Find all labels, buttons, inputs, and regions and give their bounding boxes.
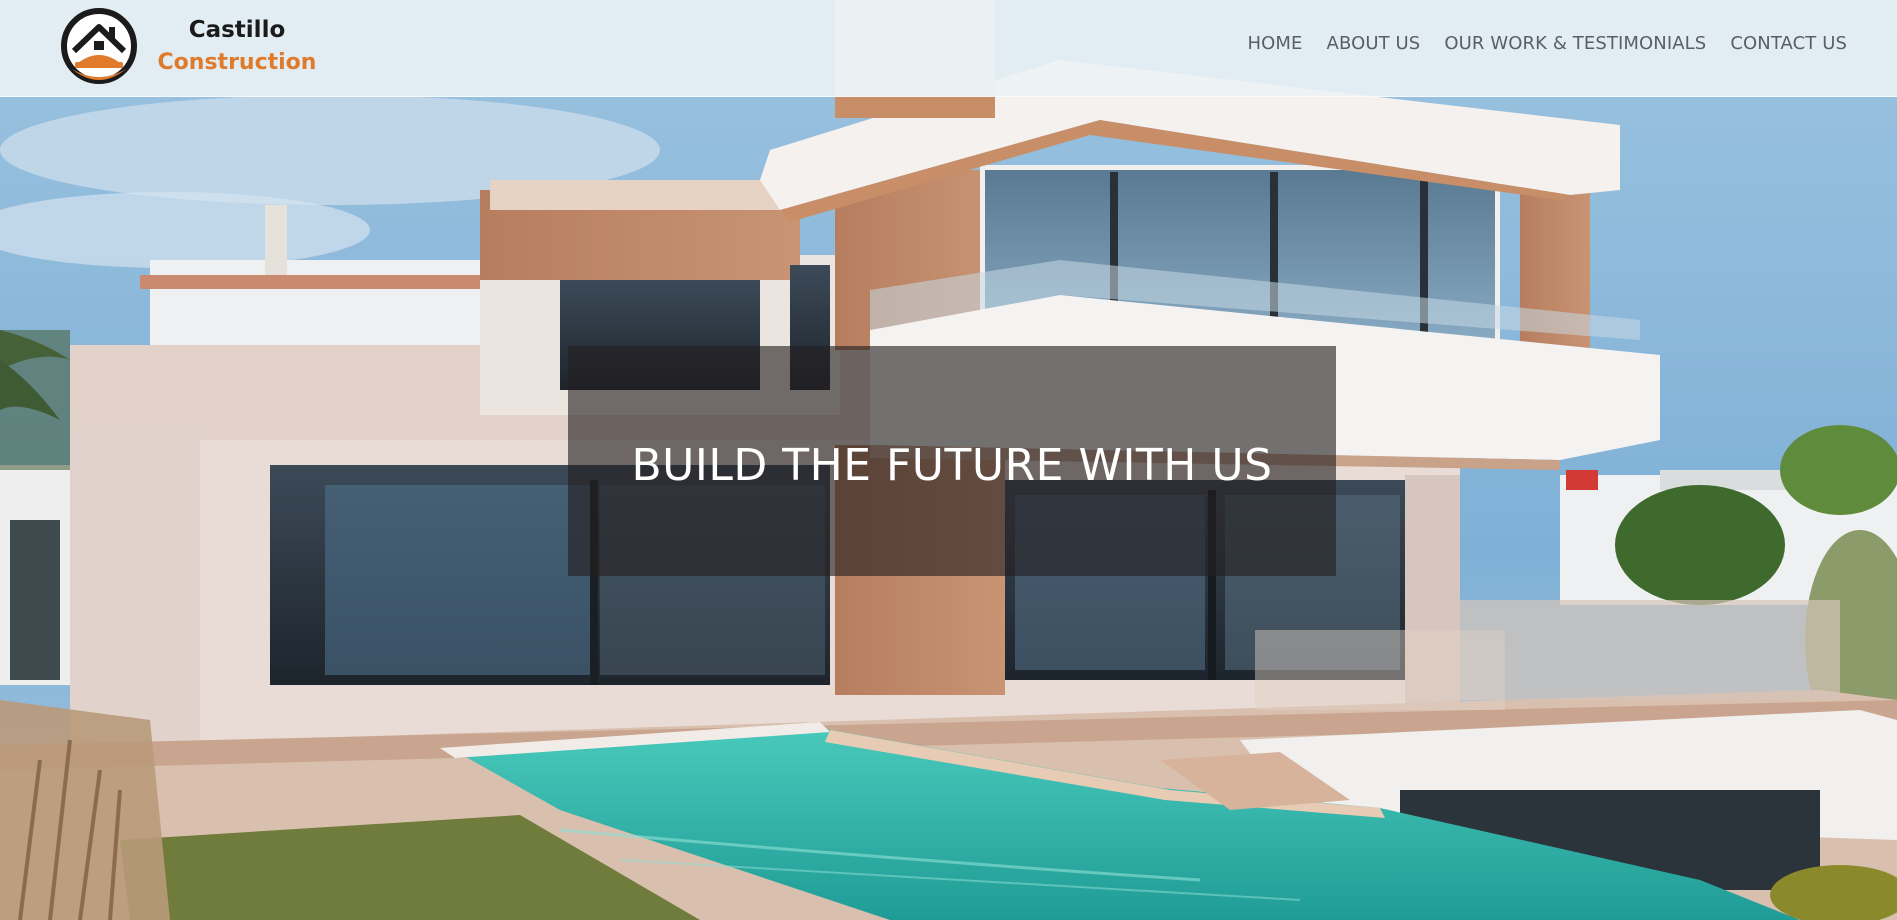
nav-item-our-work-testimonials[interactable]: OUR WORK & TESTIMONIALS	[1432, 33, 1718, 54]
hero-title: BUILD THE FUTURE WITH US	[631, 440, 1273, 491]
main-navigation: HOME ABOUT US OUR WORK & TESTIMONIALS CO…	[1236, 33, 1847, 54]
nav-item-home[interactable]: HOME	[1236, 33, 1315, 54]
hero-overlay: BUILD THE FUTURE WITH US	[568, 346, 1336, 576]
brand-subtitle: Construction	[157, 50, 317, 75]
house-hardhat-logo-icon[interactable]	[60, 7, 138, 85]
page: Castillo Construction HOME ABOUT US OUR …	[0, 0, 1897, 920]
brand-name: Castillo	[188, 17, 286, 43]
brand-name-block[interactable]: Castillo Construction	[152, 14, 322, 80]
site-header: Castillo Construction HOME ABOUT US OUR …	[0, 0, 1897, 97]
nav-item-about-us[interactable]: ABOUT US	[1315, 33, 1433, 54]
nav-item-contact-us[interactable]: CONTACT US	[1718, 33, 1847, 54]
